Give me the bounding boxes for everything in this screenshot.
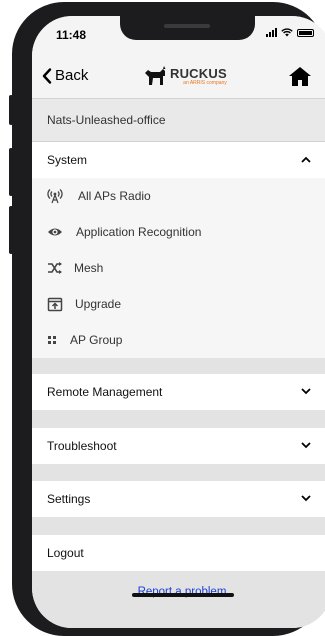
back-label: Back bbox=[55, 67, 89, 84]
section-remote-management[interactable]: Remote Management bbox=[32, 374, 325, 410]
signal-icon bbox=[266, 28, 277, 37]
status-time: 11:48 bbox=[56, 28, 87, 42]
menu-item-mesh[interactable]: Mesh bbox=[32, 250, 325, 286]
logout-label: Logout bbox=[47, 546, 84, 560]
device-mockup: 11:48 Back RUCKUS an ARRIS company Nats-… bbox=[0, 0, 325, 636]
footer: Report a problem bbox=[32, 571, 325, 628]
site-name-row: Nats-Unleashed-office bbox=[32, 98, 325, 142]
dog-logo-icon bbox=[145, 66, 166, 85]
home-button[interactable] bbox=[287, 65, 313, 92]
section-settings[interactable]: Settings bbox=[32, 481, 325, 517]
nav-bar: Back RUCKUS an ARRIS company bbox=[32, 56, 325, 98]
status-icons bbox=[266, 28, 314, 37]
ruckus-logo: RUCKUS an ARRIS company bbox=[142, 64, 227, 86]
phone-frame: 11:48 Back RUCKUS an ARRIS company Nats-… bbox=[12, 2, 325, 636]
menu-item-upgrade[interactable]: Upgrade bbox=[32, 286, 325, 322]
menu-item-label: Application Recognition bbox=[76, 225, 202, 239]
logout-row[interactable]: Logout bbox=[32, 535, 325, 571]
wifi-icon bbox=[281, 28, 293, 37]
menu-item-all-aps-radio[interactable]: All APs Radio bbox=[32, 178, 325, 214]
menu-item-application-recognition[interactable]: Application Recognition bbox=[32, 214, 325, 250]
logo-wordmark: RUCKUS bbox=[170, 66, 227, 81]
chevron-left-icon bbox=[42, 67, 52, 84]
section-troubleshoot-label: Troubleshoot bbox=[47, 439, 117, 453]
section-settings-label: Settings bbox=[47, 492, 91, 506]
site-name: Nats-Unleashed-office bbox=[47, 113, 166, 127]
eye-icon bbox=[48, 228, 62, 236]
section-troubleshoot[interactable]: Troubleshoot bbox=[32, 428, 325, 464]
section-remote-management-label: Remote Management bbox=[47, 385, 163, 399]
section-system-label: System bbox=[47, 153, 88, 167]
chevron-down-icon bbox=[301, 442, 311, 449]
app-screen: 11:48 Back RUCKUS an ARRIS company Nats-… bbox=[32, 16, 325, 628]
menu-item-label: All APs Radio bbox=[78, 189, 151, 203]
grid-icon bbox=[48, 336, 56, 344]
upgrade-icon bbox=[47, 297, 63, 312]
speaker-grille bbox=[164, 24, 210, 28]
menu-item-label: Upgrade bbox=[75, 297, 122, 311]
battery-icon bbox=[297, 28, 314, 37]
section-system[interactable]: System bbox=[32, 142, 325, 178]
menu-item-label: Mesh bbox=[74, 261, 104, 275]
chevron-down-icon bbox=[301, 388, 311, 395]
menu-item-ap-group[interactable]: AP Group bbox=[32, 322, 325, 358]
chevron-down-icon bbox=[301, 495, 311, 502]
chevron-up-icon bbox=[301, 156, 311, 163]
notch bbox=[120, 16, 255, 40]
antenna-icon bbox=[47, 189, 63, 204]
menu-item-label: AP Group bbox=[70, 333, 123, 347]
back-button[interactable]: Back bbox=[42, 67, 88, 84]
home-icon bbox=[289, 67, 311, 86]
logo-tagline: an ARRIS company bbox=[183, 80, 227, 86]
shuffle-icon bbox=[48, 262, 62, 274]
home-indicator bbox=[132, 593, 234, 597]
